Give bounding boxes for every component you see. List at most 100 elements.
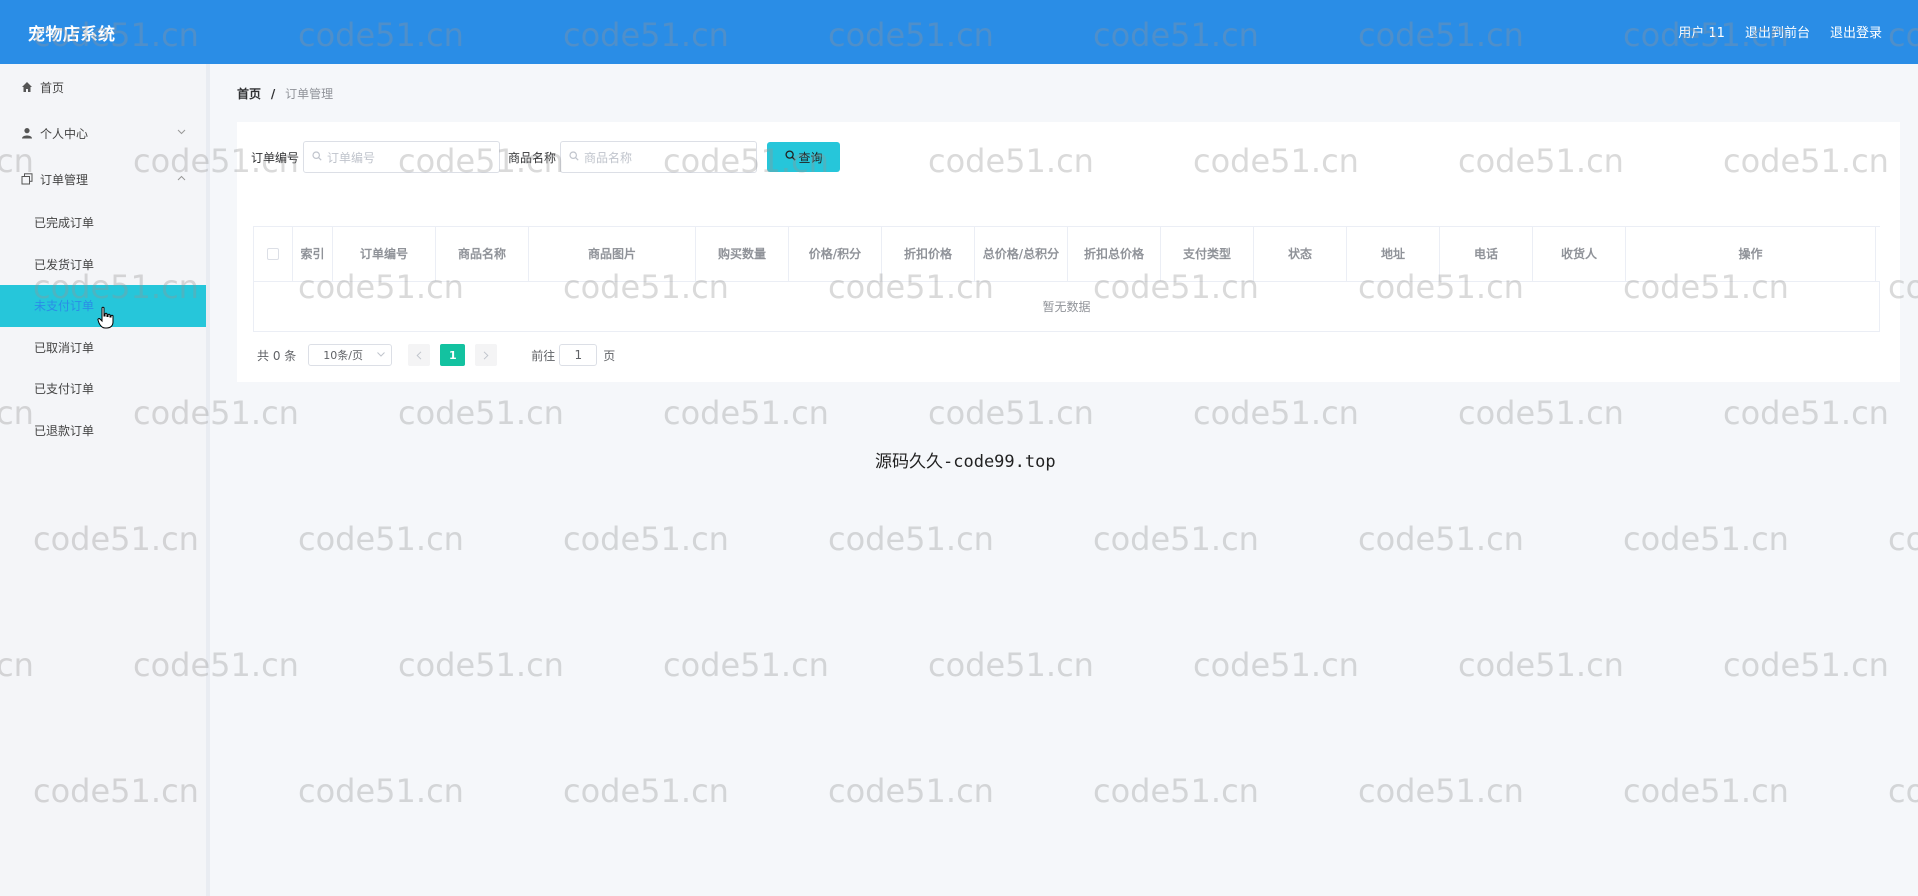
search-form: 订单编号 订单编号 商品名称 商品名称 查询: [251, 141, 841, 173]
col-header: 折扣总价格: [1068, 227, 1161, 281]
top-header: 宠物店系统 用户 11 退出到前台 退出登录: [0, 0, 1918, 64]
chevron-down-icon: [177, 127, 186, 138]
select-all-cell: [253, 227, 293, 281]
watermark-text: code51.cn: [1358, 520, 1524, 558]
watermark-text: code51.cn: [828, 520, 994, 558]
watermark-text: code51.cn: [1193, 394, 1359, 432]
search-button[interactable]: 查询: [767, 142, 841, 172]
page-size-select[interactable]: 10条/页: [308, 344, 393, 366]
col-header: 收货人: [1533, 227, 1626, 281]
col-header: 商品名称: [436, 227, 529, 281]
watermark-text: code51.cn: [1888, 520, 1918, 558]
search-icon: [784, 150, 796, 164]
sidebar-item-orders[interactable]: 订单管理: [0, 156, 206, 202]
chevron-left-icon: [416, 350, 422, 360]
goto-page-input[interactable]: 1: [559, 344, 598, 366]
footer-source-text: 源码久久-code99.top: [875, 452, 1056, 472]
col-header: 操作: [1626, 227, 1876, 281]
watermark-text: code51.cn: [398, 394, 564, 432]
copy-icon: [20, 172, 34, 186]
search-button-label: 查询: [798, 150, 823, 165]
header-links: 用户 11 退出到前台 退出登录: [1678, 22, 1882, 41]
prev-page-button[interactable]: [408, 344, 431, 366]
col-header: 商品图片: [529, 227, 696, 281]
col-header: 地址: [1347, 227, 1440, 281]
col-header: 电话: [1440, 227, 1533, 281]
watermark-text: code51.cn: [1093, 772, 1259, 810]
watermark-text: code51.cn: [298, 772, 464, 810]
col-header: 订单编号: [333, 227, 436, 281]
watermark-text: code51.cn: [298, 520, 464, 558]
sidebar-item-label: 个人中心: [40, 126, 89, 141]
col-header: 支付类型: [1161, 227, 1254, 281]
sidebar-item-personal[interactable]: 个人中心: [0, 110, 206, 156]
watermark-text: code51.cn: [1723, 394, 1889, 432]
goto-label: 前往: [531, 348, 556, 363]
user-icon: [20, 126, 34, 140]
watermark-text: code51.cn: [1888, 772, 1918, 810]
watermark-text: code51.cn: [1093, 520, 1259, 558]
watermark-text: code51.cn: [663, 394, 829, 432]
home-icon: [20, 80, 34, 94]
watermark-text: code51.cn: [1723, 646, 1889, 684]
chevron-right-icon: [483, 350, 489, 360]
watermark-text: code51.cn: [1193, 646, 1359, 684]
watermark-text: code51.cn: [1458, 394, 1624, 432]
sidebar-item-paid-orders[interactable]: 已支付订单: [0, 368, 206, 410]
sidebar-item-shipped-orders[interactable]: 已发货订单: [0, 244, 206, 286]
back-to-front-link[interactable]: 退出到前台: [1745, 22, 1810, 41]
empty-row: 暂无数据: [253, 282, 1880, 332]
select-all-checkbox[interactable]: [267, 248, 279, 260]
watermark-text: code51.cn: [1623, 772, 1789, 810]
sidebar-item-home[interactable]: 首页: [0, 64, 206, 110]
logout-link[interactable]: 退出登录: [1830, 22, 1882, 41]
col-header: 价格/积分: [789, 227, 882, 281]
col-header: 购买数量: [696, 227, 789, 281]
col-header: 总价格/总积分: [975, 227, 1068, 281]
page-suffix: 页: [603, 348, 616, 363]
watermark-text: code51.cn: [563, 520, 729, 558]
user-menu[interactable]: 用户 11: [1678, 22, 1725, 41]
breadcrumb-separator: /: [270, 87, 276, 101]
product-name-input[interactable]: 商品名称: [560, 141, 758, 173]
breadcrumb-home[interactable]: 首页: [237, 87, 261, 101]
table-header: 索引 订单编号 商品名称 商品图片 购买数量 价格/积分 折扣价格 总价格/总积…: [253, 226, 1880, 282]
order-no-placeholder: 订单编号: [327, 150, 376, 165]
page-number-current[interactable]: 1: [440, 344, 466, 366]
content-panel: 订单编号 订单编号 商品名称 商品名称 查询 索引 订单编号 商品名称 商品图片…: [237, 122, 1900, 382]
watermark-text: code51.cn: [1623, 520, 1789, 558]
sidebar-item-refunded-orders[interactable]: 已退款订单: [0, 410, 206, 452]
order-no-input[interactable]: 订单编号: [303, 141, 501, 173]
col-header: 状态: [1254, 227, 1347, 281]
watermark-text: code51.cn: [928, 646, 1094, 684]
breadcrumb-current: 订单管理: [285, 87, 334, 101]
chevron-down-icon: [377, 350, 386, 360]
page-size-value: 10条/页: [323, 349, 363, 362]
order-no-label: 订单编号: [251, 150, 300, 165]
sidebar-item-cancelled-orders[interactable]: 已取消订单: [0, 327, 206, 369]
col-header: 索引: [293, 227, 333, 281]
watermark-text: code51.cn: [1358, 772, 1524, 810]
product-name-placeholder: 商品名称: [584, 150, 633, 165]
breadcrumb: 首页 / 订单管理: [237, 85, 333, 102]
next-page-button[interactable]: [475, 344, 498, 366]
search-icon: [312, 150, 322, 164]
search-icon: [569, 150, 579, 164]
sidebar-item-label: 首页: [40, 80, 65, 95]
sidebar-item-completed-orders[interactable]: 已完成订单: [0, 202, 206, 244]
hand-cursor-icon: [97, 306, 114, 329]
watermark-text: code51.cn: [828, 772, 994, 810]
pagination: 共 0 条 10条/页 1 前往 1 页: [257, 344, 615, 366]
chevron-up-icon: [177, 173, 186, 184]
watermark-text: code51.cn: [398, 646, 564, 684]
col-header: 折扣价格: [882, 227, 975, 281]
sidebar: 首页 个人中心 订单管理 已完成订单 已发货订单 未支付订单 已取消订单 已支付…: [0, 64, 210, 896]
total-count: 共 0 条: [257, 348, 297, 363]
watermark-text: code51.cn: [663, 646, 829, 684]
sidebar-item-label: 订单管理: [40, 172, 89, 187]
watermark-text: code51.cn: [928, 394, 1094, 432]
orders-table: 索引 订单编号 商品名称 商品图片 购买数量 价格/积分 折扣价格 总价格/总积…: [253, 226, 1880, 332]
watermark-text: code51.cn: [563, 772, 729, 810]
watermark-text: code51.cn: [1458, 646, 1624, 684]
product-name-label: 商品名称: [508, 150, 557, 165]
